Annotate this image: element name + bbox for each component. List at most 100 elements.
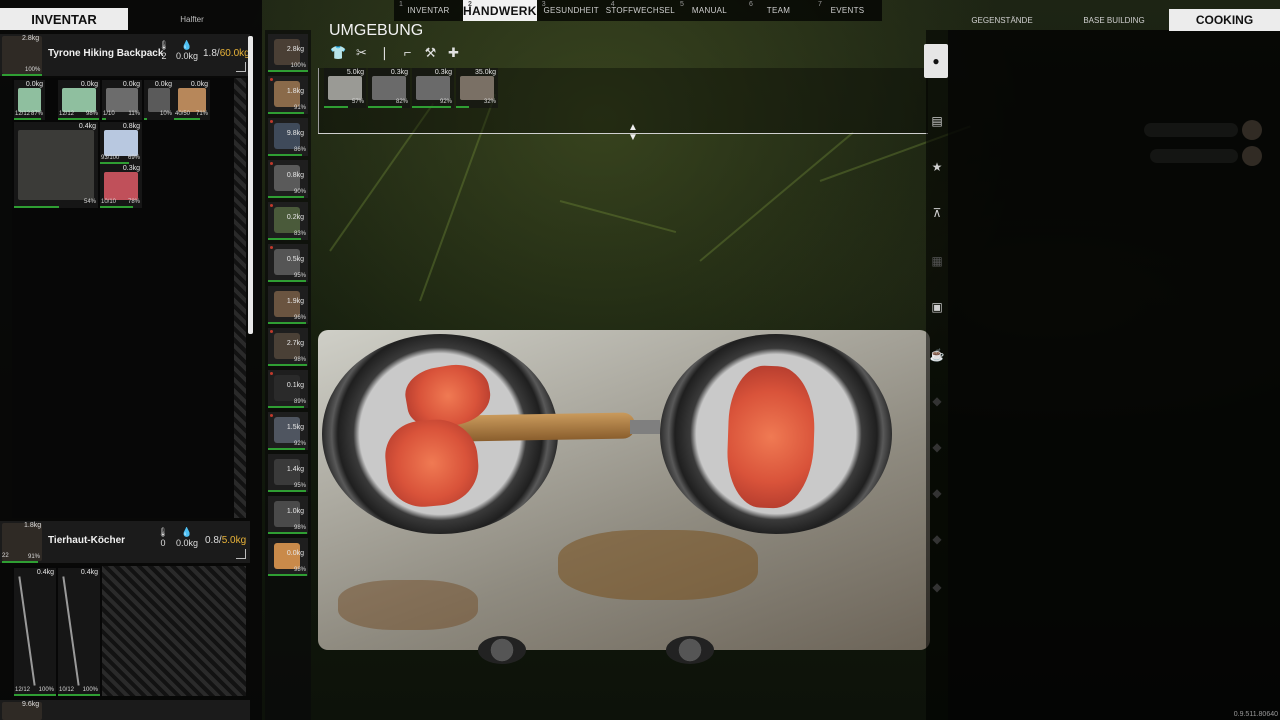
item-icon: [148, 88, 170, 112]
item-quality: 71%: [195, 111, 208, 117]
resize-handle-icon[interactable]: ▲ ▼: [625, 123, 641, 145]
temperature-value: 0: [160, 538, 166, 548]
bottle-icon[interactable]: ❘: [376, 44, 393, 61]
recipe-icon[interactable]: ◆: [926, 482, 948, 504]
inventory-item[interactable]: 0.0kg 10%: [144, 80, 174, 120]
equipment-slot[interactable]: 1.8kg 91%: [268, 76, 308, 114]
inventory-item[interactable]: 0.0kg 1/10 11%: [102, 80, 142, 120]
tab-label: GESUNDHEIT: [543, 6, 599, 15]
water-stat: 💧 0.0kg: [170, 40, 204, 70]
medical-cross-icon[interactable]: ✚: [445, 44, 462, 61]
equipment-slot[interactable]: 0.2kg 83%: [268, 202, 308, 240]
recipe-icon[interactable]: ◆: [926, 576, 948, 598]
tab-gegenstaende[interactable]: GEGENSTÄNDE: [948, 9, 1056, 31]
tab-cooking[interactable]: COOKING: [1169, 9, 1280, 31]
book-icon[interactable]: ▤: [926, 110, 948, 132]
blocked-slots: [102, 566, 246, 696]
tab-team[interactable]: 6 TEAM: [744, 0, 813, 21]
third-container-row[interactable]: 9.6kg: [0, 700, 250, 720]
equipment-slot[interactable]: 0.1kg 89%: [268, 370, 308, 408]
arrow-item[interactable]: 0.4kg 12/12 100%: [14, 568, 56, 696]
tab-events[interactable]: 7 EVENTS: [813, 0, 882, 21]
resize-corner-icon[interactable]: [236, 62, 246, 72]
backpack-container-row[interactable]: 2.8kg 100% Tyrone Hiking Backpack 🌡 2 💧 …: [0, 34, 250, 76]
equipment-slot[interactable]: 2.7kg 98%: [268, 328, 308, 366]
tab-number: 4: [610, 1, 615, 8]
tab-inventar[interactable]: 1 INVENTAR: [394, 0, 463, 21]
quiver-container-row[interactable]: 1.8kg 22 91% Tierhaut-Köcher 🌡 0 💧 0.0kg…: [0, 521, 250, 563]
recipe-icon[interactable]: ◆: [926, 390, 948, 412]
item-quality: 87%: [30, 111, 43, 117]
item-quality: 90%: [293, 189, 306, 195]
inventory-item[interactable]: 0.8kg 93/100 69%: [100, 122, 142, 164]
star-icon[interactable]: ★: [926, 156, 948, 178]
stove-knob: [478, 636, 526, 664]
recipe-icon[interactable]: ◆: [926, 436, 948, 458]
grill-icon[interactable]: ⊼: [926, 202, 948, 224]
item-quality: 100%: [290, 63, 306, 69]
arrow-item[interactable]: 0.4kg 10/12 100%: [58, 568, 100, 696]
shirt-icon[interactable]: 👕: [330, 44, 347, 61]
tab-manual[interactable]: 5 MANUAL: [675, 0, 744, 21]
equipment-slot[interactable]: 0.0kg 98%: [268, 538, 308, 576]
item-weight: 2.8kg: [286, 46, 304, 53]
tab-inventar-panel[interactable]: INVENTAR: [0, 8, 128, 30]
inventory-item[interactable]: 0.0kg 12/12 98%: [58, 80, 100, 120]
equipment-slot[interactable]: 1.9kg 96%: [268, 286, 308, 324]
item-weight: 1.9kg: [286, 298, 304, 305]
tab-number: 7: [817, 1, 823, 8]
item-icon: [372, 76, 406, 100]
tab-halfter[interactable]: Halfter: [140, 8, 244, 30]
inventory-scrollbar[interactable]: [248, 36, 253, 334]
quiver-condition: 91%: [28, 554, 41, 560]
environment-item[interactable]: 5.0kg 57%: [324, 68, 366, 108]
equipment-slot[interactable]: 1.0kg 98%: [268, 496, 308, 534]
item-condition-bar: [268, 238, 302, 240]
tab-gesundheit[interactable]: 3 GESUNDHEIT: [537, 0, 606, 21]
box-icon[interactable]: ▦: [926, 250, 948, 272]
item-count: 12/12: [15, 111, 31, 117]
equipment-slot[interactable]: 2.8kg 100%: [268, 34, 308, 72]
tab-handwerk[interactable]: 2 HANDWERK: [463, 0, 537, 21]
environment-item[interactable]: 0.3kg 82%: [368, 68, 410, 108]
item-condition-bar: [268, 322, 307, 324]
oven-icon[interactable]: ▣: [926, 296, 948, 318]
resize-corner-icon[interactable]: [236, 549, 246, 559]
inventory-item[interactable]: 0.0kg 12/12 87%: [14, 80, 45, 120]
item-icon: [416, 76, 450, 100]
equipment-slot[interactable]: 0.5kg 95%: [268, 244, 308, 282]
inventory-item[interactable]: 0.0kg 40/50 71%: [174, 80, 210, 120]
tab-stoffwechsel[interactable]: 4 STOFFWECHSEL: [606, 0, 675, 21]
item-condition-bar: [268, 196, 304, 198]
divider: [318, 68, 319, 134]
quiver-condition-bar: [2, 561, 38, 563]
item-icon: [104, 130, 138, 156]
equipment-slot[interactable]: 1.5kg 92%: [268, 412, 308, 450]
chef-hat-icon[interactable]: ●: [924, 44, 948, 78]
gun-icon[interactable]: ⌐: [399, 44, 416, 61]
tools-icon[interactable]: ✂: [353, 44, 370, 61]
equipment-slot[interactable]: 9.8kg 86%: [268, 118, 308, 156]
tab-base-building[interactable]: BASE BUILDING: [1060, 9, 1168, 31]
item-condition-bar: [58, 694, 100, 696]
hammer-icon[interactable]: ⚒: [422, 44, 439, 61]
thermometer-icon: 🌡: [157, 527, 169, 537]
recipe-icon[interactable]: ◆: [926, 528, 948, 550]
equipment-slot[interactable]: 0.8kg 90%: [268, 160, 308, 198]
environment-item[interactable]: 35.0kg 32%: [456, 68, 498, 108]
umgebung-filter-bar: 👕 ✂ ❘ ⌐ ⚒ ✚: [330, 44, 462, 61]
item-quality: 98%: [293, 357, 306, 363]
warning-dot-icon: [270, 414, 273, 417]
inventory-item[interactable]: 0.4kg 54%: [14, 122, 98, 208]
load-max-value: 5.0kg: [221, 535, 247, 546]
environment-item[interactable]: 0.3kg 92%: [412, 68, 454, 108]
stove-knob: [666, 636, 714, 664]
tab-number: 6: [748, 1, 754, 8]
inventory-item[interactable]: 0.3kg 10/10 78%: [100, 164, 142, 208]
water-drop-icon: 💧: [181, 527, 193, 537]
equipment-slot[interactable]: 1.4kg 95%: [268, 454, 308, 492]
cup-icon[interactable]: ☕: [926, 344, 948, 366]
load-max-value: 60.0kg: [219, 48, 250, 59]
item-condition-bar: [268, 154, 303, 156]
quiver-weight: 1.8kg: [24, 522, 42, 529]
